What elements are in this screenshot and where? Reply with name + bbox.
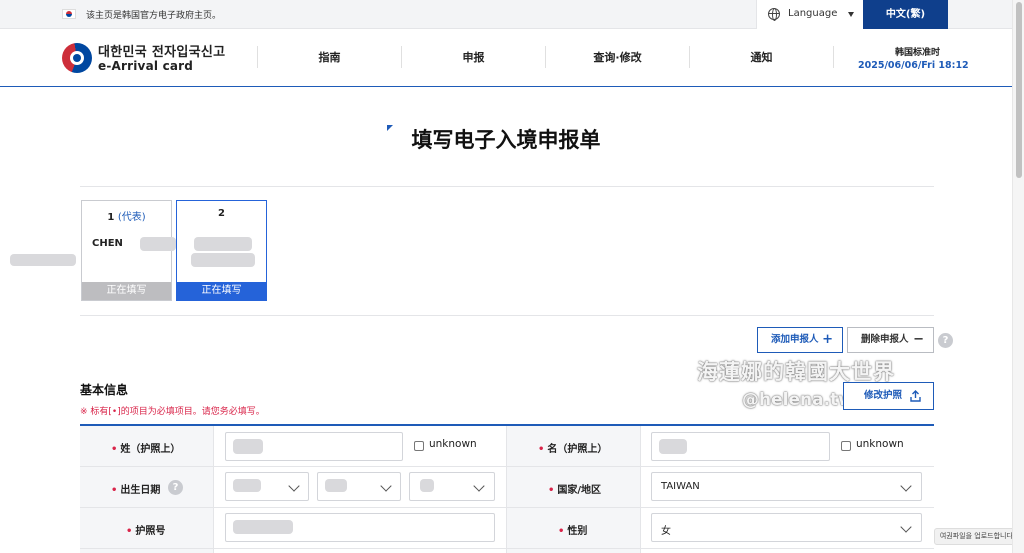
redacted-day — [420, 479, 434, 492]
passport-number-input[interactable] — [225, 513, 495, 542]
edit-passport-button[interactable]: 修改护照 — [843, 382, 934, 410]
country-select[interactable]: TAIWAN — [651, 472, 922, 501]
nav-inquiry-edit[interactable]: 查询·修改 — [546, 46, 689, 70]
given-name-unknown-checkbox[interactable] — [841, 441, 851, 451]
column-divider — [640, 426, 641, 553]
required-note: ※ 标有[•]的项目为必填项目。请您务必填写。 — [80, 407, 265, 417]
kst-datetime: 2025/06/06/Fri 18:12 — [858, 60, 969, 71]
redacted-given-name — [659, 439, 687, 454]
minus-icon: − — [913, 332, 924, 347]
given-name-input[interactable] — [651, 432, 830, 461]
chevron-down-icon — [900, 521, 912, 533]
vertical-scrollbar[interactable] — [1012, 0, 1024, 553]
redacted-surname — [233, 439, 263, 454]
passport-number-label: • 护照号 — [126, 526, 166, 537]
language-selector[interactable]: Language — [756, 0, 863, 29]
applicant-card-1[interactable]: 1 (代表) CHEN 正在填写 — [10, 200, 176, 301]
representative-label: (代表) — [117, 212, 146, 223]
country-label: • 国家/地区 — [548, 485, 602, 496]
help-icon[interactable]: ? — [938, 333, 953, 348]
chevron-down-icon — [288, 480, 300, 492]
dob-year-select[interactable] — [225, 472, 309, 501]
redacted-passport-number — [233, 520, 293, 534]
row-divider — [80, 507, 934, 508]
plus-icon: + — [822, 332, 833, 347]
watermark-handle: @helena.tw — [742, 390, 854, 410]
redacted-name — [140, 237, 176, 251]
applicant-name: CHEN — [92, 238, 123, 249]
top-utility-bar: 该主页是韩国官方电子政府主页。 Language 中文(繁) — [0, 0, 1012, 29]
applicant-status: 正在填写 — [82, 282, 171, 300]
applicant-number: 2 — [218, 208, 225, 219]
dob-month-select[interactable] — [317, 472, 401, 501]
surname-unknown-label: unknown — [429, 438, 477, 450]
help-icon[interactable]: ? — [168, 480, 183, 495]
upload-tooltip: 여권파일을 업로드합니다. — [934, 528, 1021, 545]
redacted-info — [10, 254, 76, 266]
globe-icon — [768, 8, 780, 21]
surname-input[interactable] — [225, 432, 403, 461]
nav-divider — [833, 46, 834, 68]
language-label: Language — [788, 8, 838, 19]
applicant-number: 1 (代表) — [107, 212, 146, 223]
redacted-info — [191, 253, 255, 267]
korea-flag-icon — [62, 9, 76, 19]
given-name-unknown-label: unknown — [856, 438, 904, 450]
gender-select[interactable]: 女 — [651, 513, 922, 542]
kst-label: 韩国标准时 — [895, 48, 941, 58]
row-divider — [80, 548, 934, 549]
nav-guide[interactable]: 指南 — [258, 46, 401, 70]
divider — [80, 186, 934, 187]
chevron-down-icon — [473, 480, 485, 492]
dob-label: • 出生日期 — [111, 485, 161, 496]
column-divider — [213, 426, 214, 553]
chevron-down-icon — [900, 480, 912, 492]
column-divider — [506, 426, 507, 553]
add-applicant-button[interactable]: 添加申报人 + — [757, 327, 843, 353]
dob-day-select[interactable] — [409, 472, 495, 501]
scrollbar-thumb[interactable] — [1016, 2, 1022, 178]
applicant-status: 正在填写 — [177, 282, 266, 300]
official-site-notice: 该主页是韩国官方电子政府主页。 — [86, 11, 222, 21]
redacted-year — [233, 479, 261, 492]
logo-english-text[interactable]: e-Arrival card — [98, 59, 193, 73]
nav-declare[interactable]: 申报 — [402, 46, 545, 70]
redacted-month — [325, 479, 347, 492]
page-title: 填写电子入境申报单 — [411, 128, 601, 152]
redacted-name — [194, 237, 252, 251]
logo-korean-text[interactable]: 대한민국 전자입국신고 — [98, 41, 225, 60]
site-header: 대한민국 전자입국신고 e-Arrival card 指南 申报 查询·修改 通… — [0, 29, 1012, 87]
current-language-button[interactable]: 中文(繁) — [863, 0, 948, 29]
section-title: 基本信息 — [80, 383, 129, 397]
delete-applicant-button[interactable]: 删除申报人 − — [847, 327, 934, 353]
given-name-label: • 名（护照上） — [538, 444, 608, 455]
nav-notice[interactable]: 通知 — [690, 46, 833, 70]
taegeuk-logo-icon[interactable] — [62, 43, 92, 73]
chevron-down-icon — [380, 480, 392, 492]
gender-value: 女 — [661, 526, 671, 537]
divider — [80, 315, 934, 316]
caret-down-icon — [848, 12, 854, 17]
row-divider — [80, 466, 934, 467]
upload-icon — [910, 390, 921, 402]
surname-unknown-checkbox[interactable] — [414, 441, 424, 451]
country-value: TAIWAN — [661, 481, 700, 492]
applicant-card-2[interactable]: 2 正在填写 — [176, 200, 267, 301]
gender-label: • 性别 — [558, 526, 588, 537]
surname-label: • 姓（护照上） — [111, 444, 181, 455]
